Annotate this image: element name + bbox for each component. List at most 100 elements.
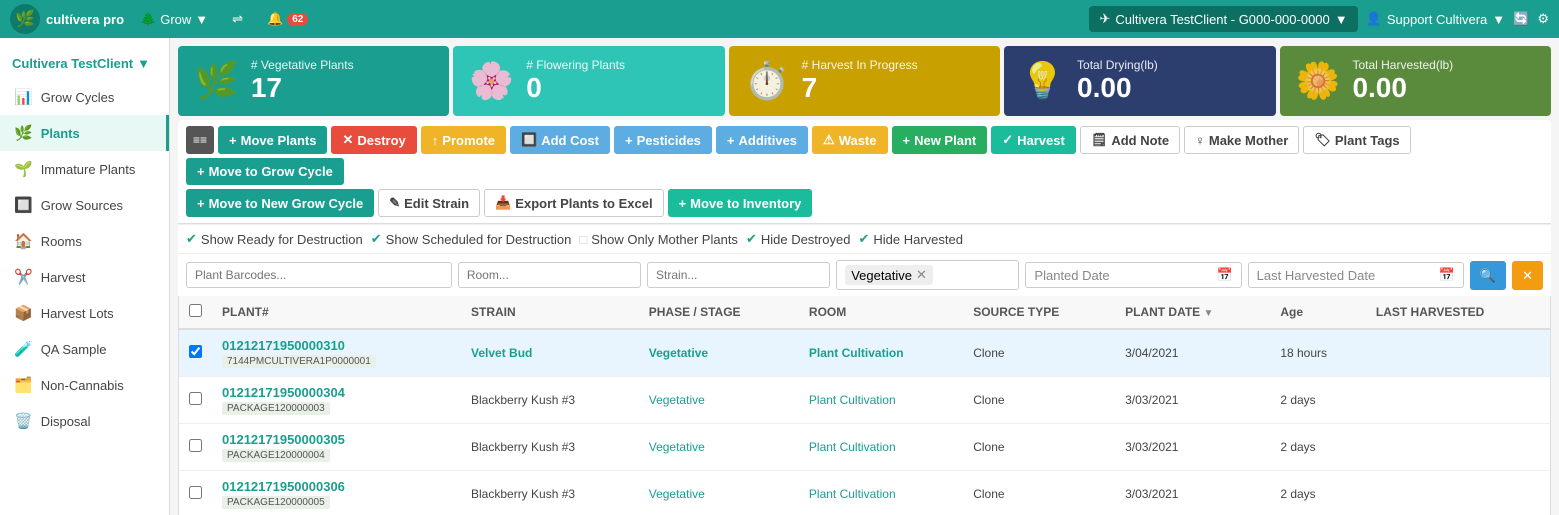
sidebar-item-harvest[interactable]: ✂️ Harvest <box>0 259 169 295</box>
table-row[interactable]: 01212171950000304 PACKAGE120000003 Black… <box>179 377 1550 424</box>
row-checkbox-cell[interactable] <box>179 424 212 471</box>
filter-scheduled-destruction[interactable]: ✔ Show Scheduled for Destruction <box>371 231 572 247</box>
row-plant-id[interactable]: 01212171950000310 7144PMCULTIVERA1P00000… <box>212 329 461 377</box>
col-room[interactable]: ROOM <box>799 296 963 329</box>
sidebar-item-immature-plants[interactable]: 🌱 Immature Plants <box>0 151 169 187</box>
inventory-label: Move to Inventory <box>690 196 801 211</box>
row-plant-date: 3/03/2021 <box>1115 471 1270 515</box>
filter-destroyed-label: Hide Destroyed <box>761 232 851 247</box>
row-checkbox-cell[interactable] <box>179 471 212 515</box>
col-last-harvested[interactable]: LAST HARVESTED <box>1366 296 1550 329</box>
calendar-planted-icon[interactable]: 📅 <box>1216 267 1232 283</box>
sidebar-client-header[interactable]: Cultivera TestClient ▼ <box>0 48 169 79</box>
strain-input[interactable] <box>647 262 830 288</box>
col-plant-date[interactable]: PLANT DATE ▼ <box>1115 296 1270 329</box>
move-to-new-grow-cycle-button[interactable]: + Move to New Grow Cycle <box>186 189 374 217</box>
planted-date-label: Planted Date <box>1034 268 1109 283</box>
sidebar-item-qa-sample[interactable]: 🧪 QA Sample <box>0 331 169 367</box>
client-selector[interactable]: ✈ Cultivera TestClient - G000-000-0000 ▼ <box>1089 6 1357 32</box>
pesticides-button[interactable]: + Pesticides <box>614 126 712 154</box>
sidebar-item-grow-sources[interactable]: 🔲 Grow Sources <box>0 187 169 223</box>
sort-arrow: ▼ <box>1204 308 1214 319</box>
row-source-type: Clone <box>963 471 1115 515</box>
filter-hide-destroyed[interactable]: ✔ Hide Destroyed <box>746 231 851 247</box>
edit-strain-button[interactable]: ✎ Edit Strain <box>378 189 480 217</box>
table-row[interactable]: 01212171950000305 PACKAGE120000004 Black… <box>179 424 1550 471</box>
sidebar-item-grow-cycles[interactable]: 📊 Grow Cycles <box>0 79 169 115</box>
destroy-button[interactable]: ✕ Destroy <box>331 126 416 154</box>
sidebar-label-immature-plants: Immature Plants <box>41 162 136 177</box>
waste-button[interactable]: ⚠ Waste <box>812 126 887 154</box>
additives-button[interactable]: + Additives <box>716 126 808 154</box>
filter-ready-destruction[interactable]: ✔ Show Ready for Destruction <box>186 231 363 247</box>
row-checkbox[interactable] <box>189 345 202 358</box>
check-destroyed-icon: ✔ <box>746 231 757 247</box>
row-plant-id[interactable]: 01212171950000306 PACKAGE120000005 <box>212 471 461 515</box>
inventory-icon: + <box>679 196 687 211</box>
row-plant-id[interactable]: 01212171950000305 PACKAGE120000004 <box>212 424 461 471</box>
col-age[interactable]: Age <box>1270 296 1366 329</box>
barcode-button[interactable]: ≡≡ <box>186 126 214 154</box>
sidebar-item-non-cannabis[interactable]: 🗂️ Non-Cannabis <box>0 367 169 403</box>
harvest-button[interactable]: ✓ Harvest <box>991 126 1076 154</box>
col-phase[interactable]: PHASE / STAGE <box>639 296 799 329</box>
select-all-checkbox[interactable] <box>189 304 202 317</box>
stat-card-harvested[interactable]: 🌼 Total Harvested(lb) 0.00 <box>1280 46 1551 116</box>
promote-button[interactable]: ↑ Promote <box>421 126 506 154</box>
row-checkbox[interactable] <box>189 392 202 405</box>
col-strain[interactable]: STRAIN <box>461 296 639 329</box>
sidebar-item-harvest-lots[interactable]: 📦 Harvest Lots <box>0 295 169 331</box>
grow-icon: 🌲 <box>140 11 156 27</box>
stat-card-vegetative[interactable]: 🌿 # Vegetative Plants 17 <box>178 46 449 116</box>
new-plant-button[interactable]: + New Plant <box>892 126 988 154</box>
search-button[interactable]: 🔍 <box>1470 261 1506 290</box>
filter-hide-harvested[interactable]: ✔ Hide Harvested <box>858 231 963 247</box>
col-source-type[interactable]: SOURCE TYPE <box>963 296 1115 329</box>
nav-grow[interactable]: 🌲 Grow ▼ <box>132 7 216 31</box>
make-mother-button[interactable]: ♀ Make Mother <box>1184 126 1299 154</box>
settings-button[interactable]: ⚙ <box>1537 11 1549 27</box>
sidebar-item-rooms[interactable]: 🏠 Rooms <box>0 223 169 259</box>
phase-filter[interactable]: Vegetative ✕ <box>836 260 1019 290</box>
table-row[interactable]: 01212171950000310 7144PMCULTIVERA1P00000… <box>179 329 1550 377</box>
stat-card-harvest[interactable]: ⏱️ # Harvest In Progress 7 <box>729 46 1000 116</box>
move-to-inventory-button[interactable]: + Move to Inventory <box>668 189 813 217</box>
filter-mother-plants[interactable]: □ Show Only Mother Plants <box>579 232 738 247</box>
move-to-grow-cycle-button[interactable]: + Move to Grow Cycle <box>186 158 344 185</box>
phase-tag-remove-icon[interactable]: ✕ <box>916 267 927 283</box>
trash-icon: 🗑️ <box>14 412 33 430</box>
support-button[interactable]: 👤 Support Cultivera ▼ <box>1366 11 1506 27</box>
row-checkbox[interactable] <box>189 439 202 452</box>
calendar-harvested-icon[interactable]: 📅 <box>1439 267 1455 283</box>
plant-tags-button[interactable]: 🏷 Plant Tags <box>1303 126 1410 154</box>
row-plant-date: 3/04/2021 <box>1115 329 1270 377</box>
row-checkbox[interactable] <box>189 486 202 499</box>
add-cost-button[interactable]: 🔲 Add Cost <box>510 126 610 154</box>
refresh-button[interactable]: 🔄 <box>1513 11 1529 27</box>
room-input[interactable] <box>458 262 641 288</box>
plant-barcode-input[interactable] <box>186 262 452 288</box>
last-harvested-filter[interactable]: Last Harvested Date 📅 <box>1248 262 1464 288</box>
row-checkbox-cell[interactable] <box>179 329 212 377</box>
stat-card-drying[interactable]: 💡 Total Drying(lb) 0.00 <box>1004 46 1275 116</box>
sidebar-item-plants[interactable]: 🌿 Plants <box>0 115 169 151</box>
sidebar-label-harvest: Harvest <box>41 270 86 285</box>
row-checkbox-cell[interactable] <box>179 377 212 424</box>
nav-transfer[interactable]: ⇌ <box>224 7 251 31</box>
move-plants-button[interactable]: + Move Plants <box>218 126 327 154</box>
sidebar-item-disposal[interactable]: 🗑️ Disposal <box>0 403 169 439</box>
row-plant-id[interactable]: 01212171950000304 PACKAGE120000003 <box>212 377 461 424</box>
row-last-harvested <box>1366 424 1550 471</box>
stat-card-flowering[interactable]: 🌸 # Flowering Plants 0 <box>453 46 724 116</box>
clear-button[interactable]: ✕ <box>1512 261 1543 290</box>
add-note-label: Add Note <box>1111 133 1169 148</box>
row-source-type: Clone <box>963 377 1115 424</box>
col-plant-num[interactable]: PLANT# <box>212 296 461 329</box>
nav-notification[interactable]: 🔔 62 <box>259 7 316 31</box>
table-row[interactable]: 01212171950000306 PACKAGE120000005 Black… <box>179 471 1550 515</box>
sidebar-client-label: Cultivera TestClient <box>12 56 133 71</box>
app-logo[interactable]: 🌿 cultívera pro <box>10 4 124 34</box>
add-note-button[interactable]: 🗒 Add Note <box>1080 126 1180 154</box>
planted-date-filter[interactable]: Planted Date 📅 <box>1025 262 1241 288</box>
export-plants-button[interactable]: 📥 Export Plants to Excel <box>484 189 663 217</box>
